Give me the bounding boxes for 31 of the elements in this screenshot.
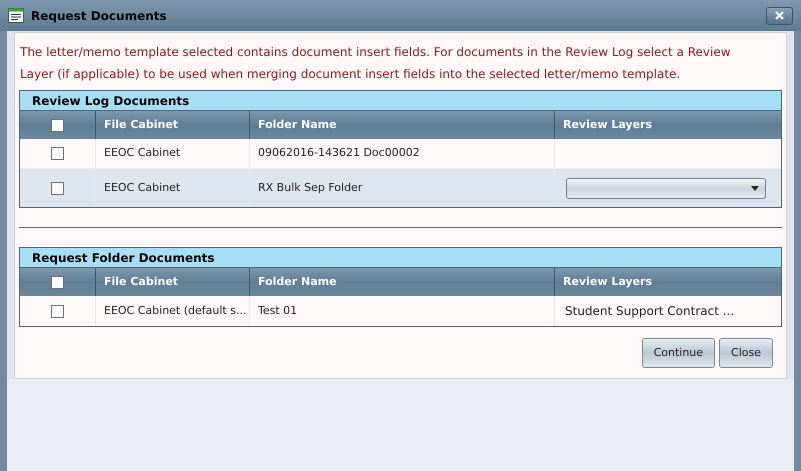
checkbox[interactable] bbox=[51, 147, 64, 160]
table-cell-text: Student Support Contract ... bbox=[565, 303, 734, 320]
table-cell-text: 09062016-143621 Doc00002 bbox=[258, 145, 420, 162]
table-row[interactable]: EEOC Cabinet 09062016-143621 Doc00002 bbox=[20, 139, 781, 169]
table-cell-text: EEOC Cabinet bbox=[104, 145, 180, 162]
checkbox[interactable] bbox=[51, 304, 64, 318]
table-cell-text: EEOC Cabinet (default s... bbox=[104, 302, 246, 319]
dialog-button[interactable]: Close bbox=[719, 338, 773, 368]
window-title: Request Documents bbox=[31, 8, 167, 24]
checkbox[interactable] bbox=[51, 182, 64, 194]
column-header[interactable]: File Cabinet bbox=[104, 116, 178, 134]
table-row[interactable]: EEOC Cabinet RX Bulk Sep Folder bbox=[20, 169, 781, 207]
review-layer-dropdown[interactable] bbox=[566, 178, 766, 198]
instruction-text: The letter/memo template selected contains document insert fields. For documents in the Review Log select a Review Layer (if applicable) to be used when merging document insert fields into the selected letter/memo template. bbox=[19, 44, 732, 83]
close-icon bbox=[775, 11, 784, 20]
column-header[interactable]: Folder Name bbox=[258, 274, 337, 290]
close-button[interactable] bbox=[766, 6, 793, 24]
column-header[interactable]: File Cabinet bbox=[104, 274, 178, 290]
column-header[interactable]: Folder Name bbox=[258, 116, 337, 134]
window-icon bbox=[8, 8, 24, 23]
column-header[interactable]: Review Layers bbox=[563, 274, 652, 290]
caret-icon bbox=[751, 186, 759, 190]
checkbox[interactable] bbox=[51, 276, 64, 288]
column-header[interactable]: Review Layers bbox=[563, 116, 652, 134]
table-cell-text: RX Bulk Sep Folder bbox=[258, 180, 362, 196]
table-cell-text: Test 01 bbox=[258, 302, 298, 319]
dialog-button[interactable]: Continue bbox=[642, 338, 716, 368]
checkbox[interactable] bbox=[51, 118, 64, 132]
table-cell-text: EEOC Cabinet bbox=[104, 180, 180, 196]
section-header: Request Folder Documents bbox=[20, 248, 781, 268]
section-header: Review Log Documents bbox=[20, 91, 781, 111]
